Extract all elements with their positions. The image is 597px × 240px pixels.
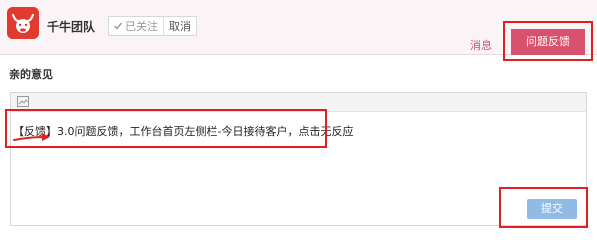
check-icon xyxy=(114,22,123,30)
team-name: 千牛团队 xyxy=(47,20,96,34)
followed-label: 已关注 xyxy=(125,20,158,33)
image-icon[interactable] xyxy=(17,96,29,107)
messages-link[interactable]: 消息 xyxy=(470,37,492,53)
bull-logo-icon xyxy=(7,7,39,39)
follow-control: 已关注 取消 xyxy=(108,16,197,36)
arrow-annotation-icon xyxy=(13,133,50,141)
cancel-follow-button[interactable]: 取消 xyxy=(164,18,196,34)
section-title: 亲的意见 xyxy=(9,68,53,81)
annotation-box-submit xyxy=(499,187,588,228)
followed-status: 已关注 xyxy=(109,17,164,35)
annotation-box-feedback-tab xyxy=(503,21,593,61)
